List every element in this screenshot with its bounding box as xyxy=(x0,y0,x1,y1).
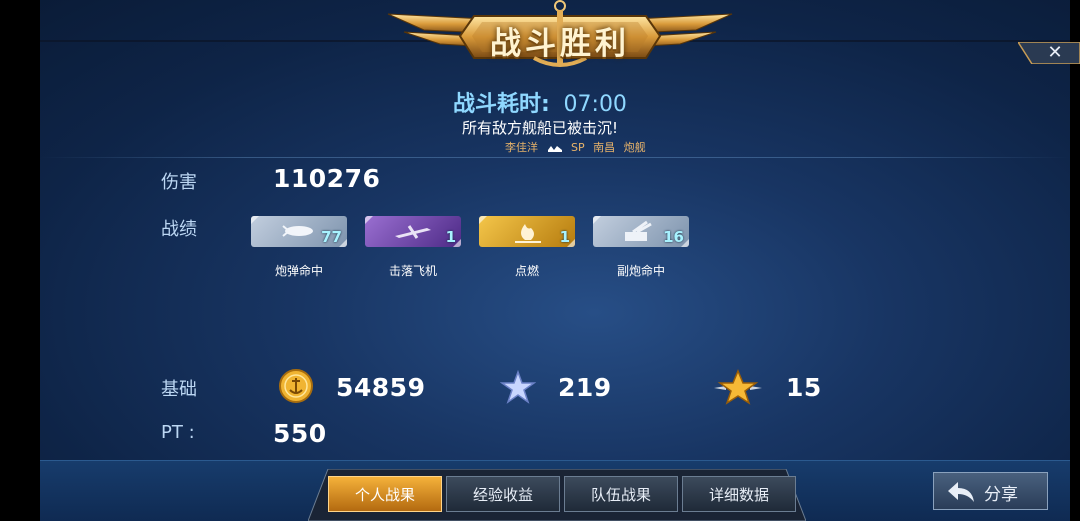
close-icon[interactable]: ✕ xyxy=(1044,42,1066,64)
pt-value: 550 xyxy=(273,419,327,448)
battle-duration-value: 07:00 xyxy=(563,92,627,117)
header-divider xyxy=(40,157,1070,158)
gold-star-rank-icon xyxy=(714,369,762,405)
exp-star-value: 219 xyxy=(558,373,612,402)
damage-label: 伤害 xyxy=(161,172,197,193)
gold-coin-icon xyxy=(279,369,313,403)
victory-title: 战斗胜利 xyxy=(490,26,630,62)
tab-detail-data[interactable]: 详细数据 xyxy=(682,476,796,512)
silver-star-icon xyxy=(500,370,536,404)
battle-result-screen: 战斗胜利 ✕ 战斗耗时: 07:00 所有敌方舰船已被击沉! 李佳洋 SP 南昌… xyxy=(0,0,1080,521)
badge-shell-hits-caption: 炮弹命中 xyxy=(274,264,323,278)
battle-duration-label: 战斗耗时: xyxy=(453,92,550,117)
ship-class-icon xyxy=(547,146,562,152)
badge-ignite-caption: 点燃 xyxy=(514,264,539,278)
share-button[interactable]: 分享 xyxy=(933,472,1048,510)
ship-name: 南昌 xyxy=(593,141,616,154)
badge-secondary-gun-hits[interactable]: 16 xyxy=(593,216,689,247)
player-ship-info: 李佳洋 SP 南昌 炮舰 xyxy=(505,139,646,155)
base-label: 基础 xyxy=(161,379,197,400)
badge-shell-hits-count: 77 xyxy=(321,228,342,246)
badge-aircraft-downed-count: 1 xyxy=(445,228,456,246)
victory-banner: 战斗胜利 xyxy=(384,0,736,68)
badge-secondary-gun-hits-caption: 副炮命中 xyxy=(616,264,665,278)
pt-label: PT : xyxy=(161,422,195,443)
ship-type: 炮舰 xyxy=(623,141,646,154)
badge-secondary-gun-hits-count: 16 xyxy=(663,228,684,246)
badge-ignite[interactable]: 1 xyxy=(479,216,575,247)
badge-ignite-count: 1 xyxy=(559,228,570,246)
battle-result-message: 所有敌方舰船已被击沉! xyxy=(461,119,618,137)
gold-value: 54859 xyxy=(336,373,426,402)
ship-rarity: SP xyxy=(571,141,585,154)
left-letterbox xyxy=(0,0,40,521)
badge-aircraft-downed[interactable]: 1 xyxy=(365,216,461,247)
result-tabs: 个人战果 经验收益 队伍战果 详细数据 xyxy=(308,469,806,521)
right-letterbox xyxy=(1070,0,1080,521)
share-arrow-icon xyxy=(948,482,974,502)
tab-personal-result[interactable]: 个人战果 xyxy=(328,476,442,512)
badge-shell-hits[interactable]: 77 xyxy=(251,216,347,247)
share-label: 分享 xyxy=(984,485,1018,505)
tab-exp-gain[interactable]: 经验收益 xyxy=(446,476,560,512)
badge-aircraft-downed-caption: 击落飞机 xyxy=(388,264,437,278)
damage-value: 110276 xyxy=(273,164,381,193)
battle-duration: 战斗耗时: 07:00 xyxy=(0,86,1080,118)
record-label: 战绩 xyxy=(161,219,197,240)
rank-star-value: 15 xyxy=(786,373,822,402)
player-name: 李佳洋 xyxy=(505,141,538,154)
tab-team-result[interactable]: 队伍战果 xyxy=(564,476,678,512)
